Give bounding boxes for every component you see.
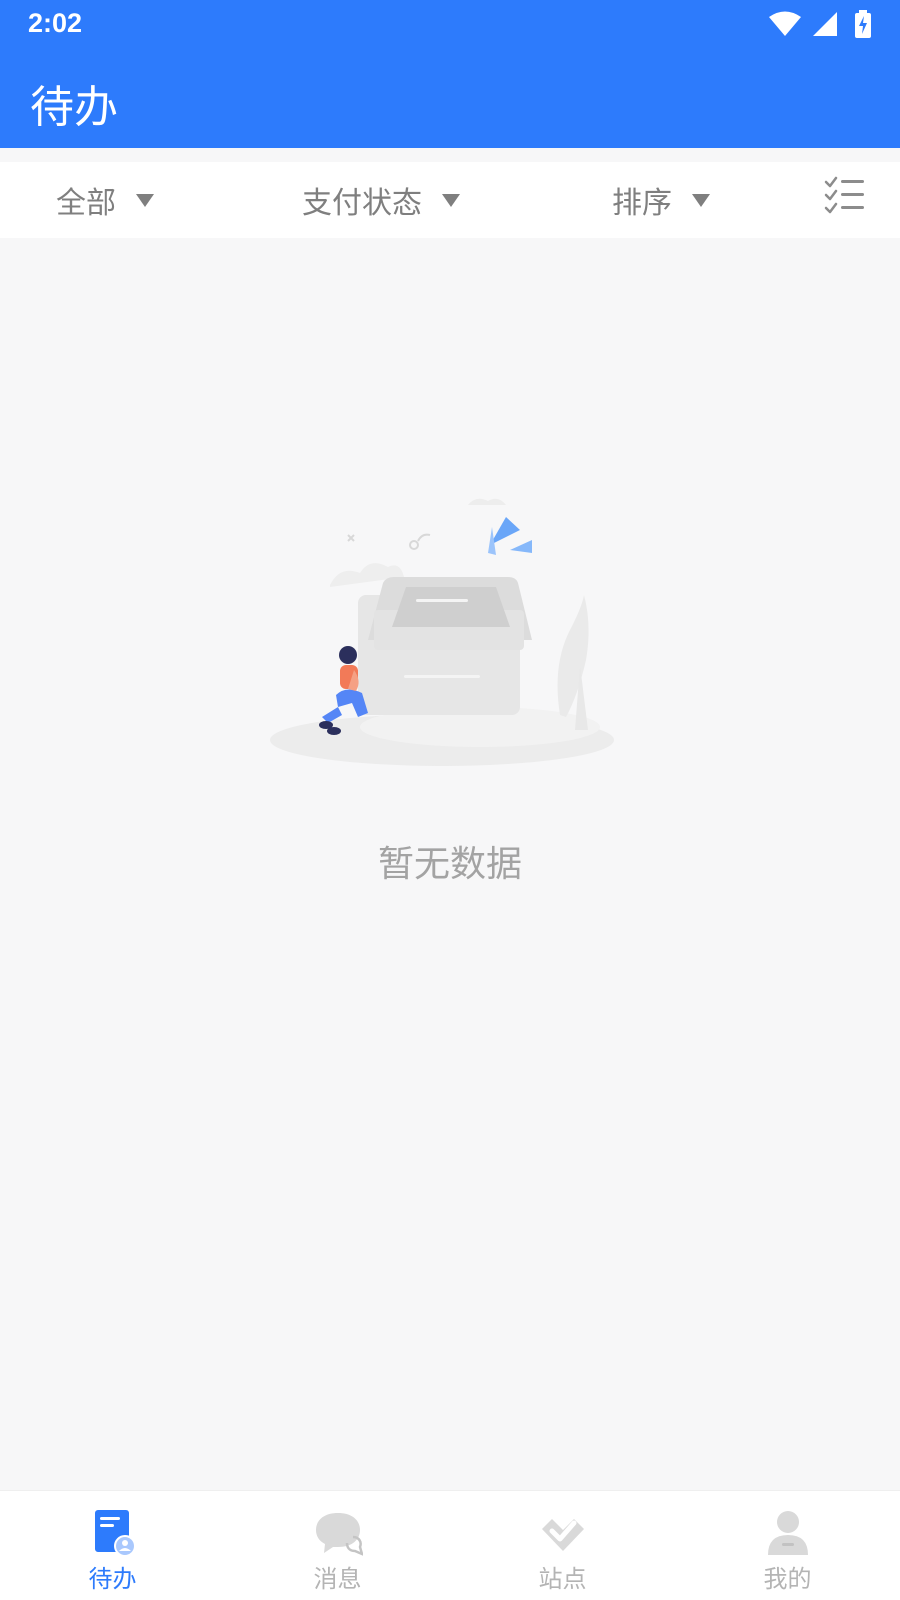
nav-label-sites: 站点 xyxy=(538,1565,587,1593)
site-icon xyxy=(541,1519,584,1551)
filter-bar: 全部 支付状态 排序 xyxy=(0,162,900,238)
nav-label-messages: 消息 xyxy=(313,1565,362,1593)
dropdown-caret-icon xyxy=(442,193,460,207)
filter-sort-label: 排序 xyxy=(612,186,672,221)
cellular-signal-icon xyxy=(812,12,837,36)
bottom-nav: 待办 消息 站点 我的 xyxy=(0,1490,900,1600)
battery-charging-icon xyxy=(855,10,871,38)
filter-all-label: 全部 xyxy=(56,186,116,221)
dropdown-caret-icon xyxy=(692,193,710,207)
filter-sort-dropdown[interactable]: 排序 xyxy=(612,162,710,238)
status-time: 2:02 xyxy=(28,8,83,38)
filter-payment-status-dropdown[interactable]: 支付状态 xyxy=(302,162,460,238)
wifi-icon xyxy=(768,11,801,36)
nav-item-sites[interactable]: 站点 xyxy=(450,1491,675,1600)
nav-item-messages[interactable]: 消息 xyxy=(225,1491,450,1600)
nav-item-todo[interactable]: 待办 xyxy=(0,1491,225,1600)
page-title: 待办 xyxy=(30,82,118,133)
dropdown-caret-icon xyxy=(136,193,154,207)
nav-item-profile[interactable]: 我的 xyxy=(675,1491,900,1600)
nav-label-profile: 我的 xyxy=(763,1565,812,1593)
profile-icon xyxy=(767,1511,808,1555)
filter-payment-status-label: 支付状态 xyxy=(302,186,422,221)
app-bar: 2:02 待办 xyxy=(0,0,900,148)
checklist-icon[interactable] xyxy=(824,175,866,217)
empty-state-text: 暂无数据 xyxy=(377,844,522,885)
empty-inbox-illustration xyxy=(270,498,614,766)
status-icons xyxy=(768,10,872,40)
nav-label-todo: 待办 xyxy=(88,1565,137,1593)
todo-icon xyxy=(94,1510,136,1557)
filter-all-dropdown[interactable]: 全部 xyxy=(56,162,154,238)
message-icon xyxy=(315,1513,363,1556)
status-bar: 2:02 xyxy=(0,0,900,50)
